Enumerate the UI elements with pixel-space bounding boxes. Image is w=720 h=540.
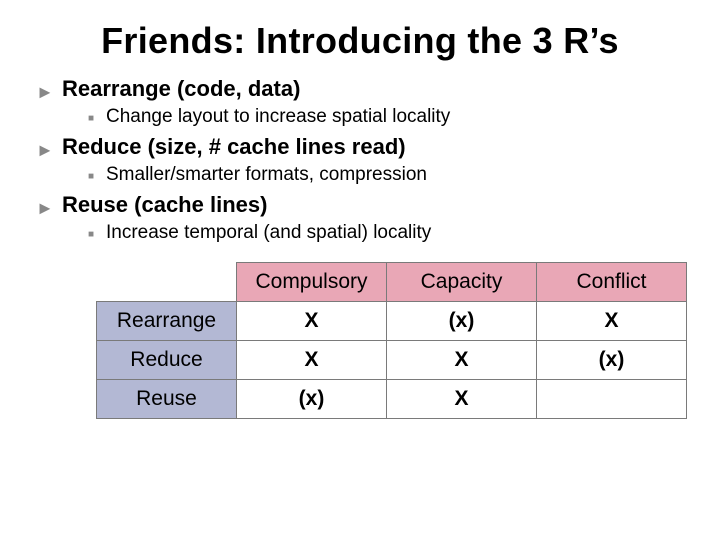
table-row: Reduce X X (x) (97, 341, 687, 380)
triangle-bullet-icon: ► (36, 199, 62, 217)
row-header: Rearrange (97, 302, 237, 341)
square-bullet-icon: ■ (88, 113, 106, 124)
row-header: Reuse (97, 380, 237, 419)
square-bullet-icon: ■ (88, 171, 106, 182)
table-corner-cell (97, 263, 237, 302)
column-header: Capacity (387, 263, 537, 302)
list-item: ► Reduce (size, # cache lines read) (36, 134, 690, 160)
table-cell: (x) (537, 341, 687, 380)
table-cell: (x) (387, 302, 537, 341)
table-cell: X (537, 302, 687, 341)
list-item-heading: Rearrange (code, data) (62, 76, 300, 102)
table-cell: X (237, 302, 387, 341)
triangle-bullet-icon: ► (36, 83, 62, 101)
sub-list-text: Smaller/smarter formats, compression (106, 164, 427, 186)
sub-list-text: Increase temporal (and spatial) locality (106, 222, 431, 244)
table-cell: X (387, 341, 537, 380)
sub-list: ■ Increase temporal (and spatial) locali… (88, 222, 690, 244)
column-header: Compulsory (237, 263, 387, 302)
sub-list-text: Change layout to increase spatial locali… (106, 106, 450, 128)
square-bullet-icon: ■ (88, 229, 106, 240)
row-header: Reduce (97, 341, 237, 380)
table-cell: (x) (237, 380, 387, 419)
sub-list-item: ■ Smaller/smarter formats, compression (88, 164, 690, 186)
table-cell: X (237, 341, 387, 380)
slide-title: Friends: Introducing the 3 R’s (30, 20, 690, 62)
table-header-row: Compulsory Capacity Conflict (97, 263, 687, 302)
triangle-bullet-icon: ► (36, 141, 62, 159)
table-row: Reuse (x) X (97, 380, 687, 419)
slide: Friends: Introducing the 3 R’s ► Rearran… (0, 0, 720, 540)
table-row: Rearrange X (x) X (97, 302, 687, 341)
sub-list: ■ Smaller/smarter formats, compression (88, 164, 690, 186)
table-container: Compulsory Capacity Conflict Rearrange X… (96, 262, 690, 419)
list-item: ► Rearrange (code, data) (36, 76, 690, 102)
list-item: ► Reuse (cache lines) (36, 192, 690, 218)
bullet-list: ► Rearrange (code, data) ■ Change layout… (36, 76, 690, 244)
table-cell (537, 380, 687, 419)
sub-list-item: ■ Increase temporal (and spatial) locali… (88, 222, 690, 244)
sub-list: ■ Change layout to increase spatial loca… (88, 106, 690, 128)
list-item-heading: Reduce (size, # cache lines read) (62, 134, 406, 160)
list-item-heading: Reuse (cache lines) (62, 192, 267, 218)
column-header: Conflict (537, 263, 687, 302)
sub-list-item: ■ Change layout to increase spatial loca… (88, 106, 690, 128)
three-r-table: Compulsory Capacity Conflict Rearrange X… (96, 262, 687, 419)
table-cell: X (387, 380, 537, 419)
